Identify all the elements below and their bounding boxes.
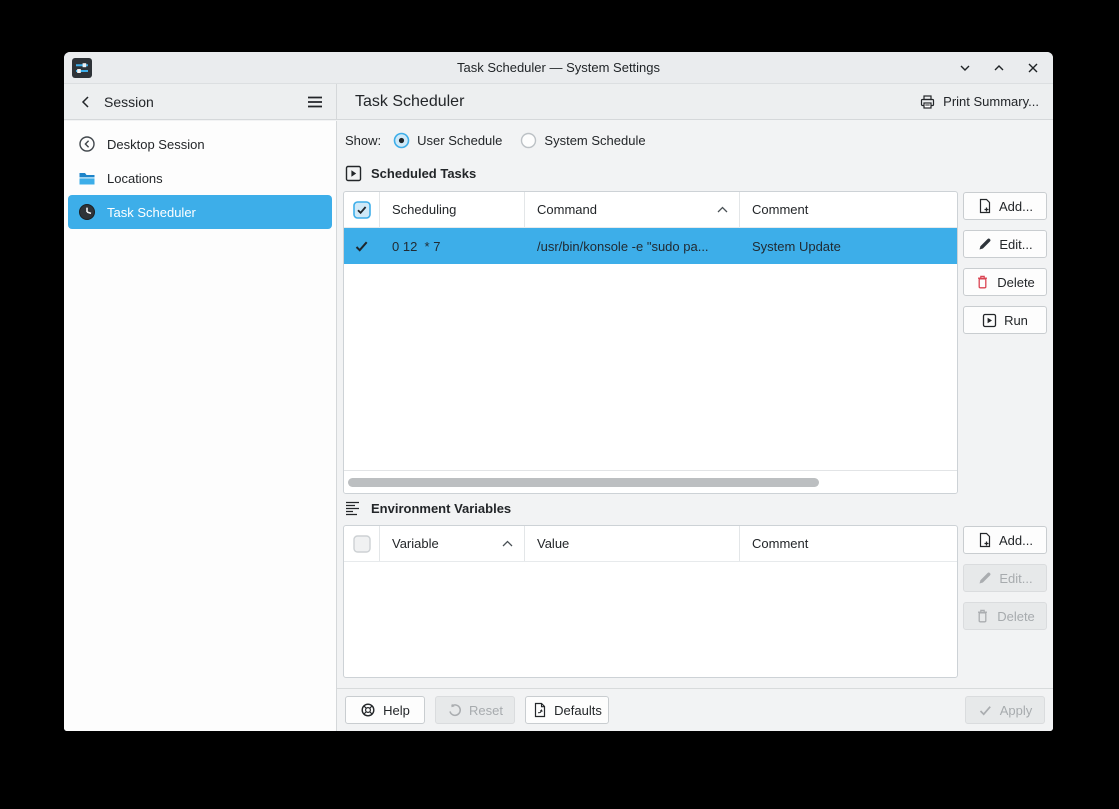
row-checked-icon[interactable]	[344, 239, 380, 254]
document-new-icon	[977, 198, 992, 214]
window-title: Task Scheduler — System Settings	[64, 60, 1053, 75]
help-button[interactable]: Help	[345, 696, 425, 724]
pencil-icon	[977, 571, 992, 586]
radio-system-schedule[interactable]: System Schedule	[520, 132, 645, 149]
environment-variables-table: Variable Value Comment	[343, 525, 958, 678]
scrollbar-thumb[interactable]	[348, 478, 819, 487]
trash-icon	[975, 608, 990, 624]
main-pane: Show: User Schedule System Schedule Sche…	[337, 121, 1053, 731]
sort-ascending-icon	[716, 205, 729, 214]
sidebar-item-task-scheduler[interactable]: Task Scheduler	[68, 195, 332, 229]
task-comment-cell: System Update	[740, 239, 957, 254]
run-box-icon	[982, 313, 997, 328]
document-revert-icon	[532, 702, 547, 718]
system-settings-window: Task Scheduler — System Settings Session…	[64, 52, 1053, 731]
hamburger-menu-icon[interactable]	[306, 95, 324, 109]
sidebar-item-desktop-session[interactable]: Desktop Session	[68, 127, 332, 161]
show-label: Show:	[345, 133, 381, 148]
undo-arrow-icon	[447, 703, 462, 718]
printer-icon	[919, 94, 936, 110]
reset-button[interactable]: Reset	[435, 696, 515, 724]
maximize-button[interactable]	[989, 58, 1009, 78]
task-command-cell: /usr/bin/konsole -e "sudo pa...	[525, 239, 740, 254]
clock-icon	[78, 203, 96, 221]
session-circle-icon	[78, 135, 96, 153]
scheduled-tasks-icon	[345, 165, 362, 182]
task-scheduling-cell: 0 12 * 7	[380, 239, 525, 254]
tasks-run-button[interactable]: Run	[963, 306, 1047, 334]
env-select-all-checkbox[interactable]	[344, 526, 380, 561]
radio-selected-icon	[393, 132, 410, 149]
sidebar-title: Session	[104, 94, 306, 110]
titlebar: Task Scheduler — System Settings	[64, 52, 1053, 84]
trash-icon	[975, 274, 990, 290]
task-row[interactable]: 0 12 * 7 /usr/bin/konsole -e "sudo pa...…	[344, 228, 957, 264]
close-button[interactable]	[1023, 58, 1043, 78]
sort-ascending-icon	[501, 539, 514, 548]
main-header: Task Scheduler Print Summary...	[337, 84, 1053, 119]
checkbox-unchecked-icon	[353, 535, 371, 553]
column-header-comment[interactable]: Comment	[740, 192, 957, 227]
print-summary-button[interactable]: Print Summary...	[919, 94, 1039, 110]
radio-unselected-icon	[520, 132, 537, 149]
column-header-env-comment[interactable]: Comment	[740, 526, 957, 561]
help-buoy-icon	[360, 702, 376, 718]
sidebar-item-locations[interactable]: Locations	[68, 161, 332, 195]
radio-user-schedule[interactable]: User Schedule	[393, 132, 502, 149]
column-header-variable[interactable]: Variable	[380, 526, 525, 561]
back-icon[interactable]	[78, 94, 94, 110]
column-header-scheduling[interactable]: Scheduling	[380, 192, 525, 227]
list-lines-icon	[344, 499, 362, 517]
footer-bar: Help Reset Defaults Apply	[337, 688, 1053, 731]
header-row: Session Task Scheduler Print Summary...	[64, 84, 1053, 120]
document-new-icon	[977, 532, 992, 548]
env-add-button[interactable]: Add...	[963, 526, 1047, 554]
folder-icon	[78, 169, 96, 187]
tasks-delete-button[interactable]: Delete	[963, 268, 1047, 296]
sidebar: Desktop Session Locations Task Scheduler	[64, 121, 337, 731]
scheduled-tasks-table: Scheduling Command Comment 0 12 * 7 /usr…	[343, 191, 958, 494]
checkmark-icon	[978, 704, 993, 717]
horizontal-scrollbar[interactable]	[344, 470, 957, 493]
checkbox-checked-icon	[353, 201, 371, 219]
tasks-edit-button[interactable]: Edit...	[963, 230, 1047, 258]
select-all-checkbox[interactable]	[344, 192, 380, 227]
page-title: Task Scheduler	[355, 93, 919, 111]
column-header-value[interactable]: Value	[525, 526, 740, 561]
defaults-button[interactable]: Defaults	[525, 696, 609, 724]
column-header-command[interactable]: Command	[525, 192, 740, 227]
tasks-add-button[interactable]: Add...	[963, 192, 1047, 220]
minimize-button[interactable]	[955, 58, 975, 78]
pencil-icon	[977, 237, 992, 252]
environment-variables-title: Environment Variables	[371, 501, 511, 516]
apply-button[interactable]: Apply	[965, 696, 1045, 724]
sidebar-header: Session	[64, 84, 337, 119]
scheduled-tasks-title: Scheduled Tasks	[371, 166, 476, 181]
env-delete-button[interactable]: Delete	[963, 602, 1047, 630]
env-edit-button[interactable]: Edit...	[963, 564, 1047, 592]
